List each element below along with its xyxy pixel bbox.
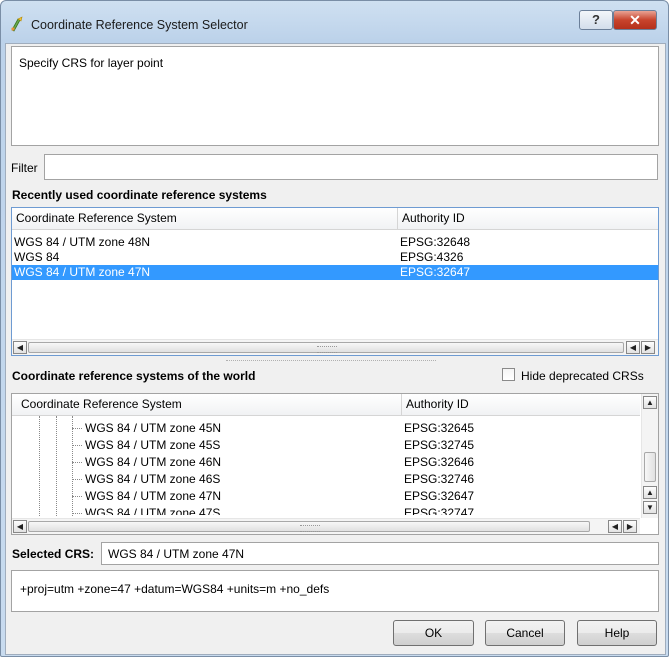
tree-row[interactable]: WGS 84 / UTM zone 47S EPSG:32747 <box>12 506 640 515</box>
ok-button[interactable]: OK <box>393 620 474 646</box>
world-table-header: Coordinate Reference System Authority ID <box>12 394 640 416</box>
tree-row-partial[interactable]: WGS 84 / UTM zone 47S EPSG:32747 <box>12 506 640 515</box>
tree-row[interactable]: WGS 84 / UTM zone 45N EPSG:32645 <box>12 421 640 436</box>
scroll-thumb[interactable] <box>644 452 656 482</box>
world-vertical-scrollbar[interactable]: ▲ ▲ ▼ <box>641 394 658 518</box>
authority-id: EPSG:32647 <box>404 489 475 503</box>
table-row[interactable]: WGS 84 / UTM zone 48N EPSG:32648 <box>12 235 658 250</box>
filter-label: Filter <box>11 161 38 175</box>
tree-row[interactable]: WGS 84 / UTM zone 46S EPSG:32746 <box>12 472 640 487</box>
table-row[interactable]: WGS 84 EPSG:4326 <box>12 250 658 265</box>
scroll-thumb[interactable] <box>28 521 590 532</box>
scroll-left-icon[interactable]: ◀ <box>13 341 27 354</box>
authority-id: EPSG:32646 <box>404 455 475 469</box>
tree-connector <box>72 462 82 463</box>
tree-row[interactable]: WGS 84 / UTM zone 46N EPSG:32646 <box>12 455 640 470</box>
window-title: Coordinate Reference System Selector <box>31 18 248 32</box>
title-bar[interactable]: Coordinate Reference System Selector ? ✕ <box>1 1 668 43</box>
column-header-authority-id[interactable]: Authority ID <box>398 208 465 229</box>
authority-id: EPSG:32745 <box>404 438 475 452</box>
crs-name: WGS 84 / UTM zone 46S <box>85 472 221 486</box>
crs-name: WGS 84 / UTM zone 45N <box>85 421 222 435</box>
recent-horizontal-scrollbar[interactable]: ◀ ◀ ▶ <box>12 339 658 355</box>
crs-name: WGS 84 / UTM zone 45S <box>85 438 221 452</box>
tree-connector <box>72 496 82 497</box>
description-box: Specify CRS for layer point <box>11 46 659 146</box>
scroll-left-icon[interactable]: ◀ <box>626 341 640 354</box>
close-button[interactable]: ✕ <box>613 10 657 30</box>
description-text: Specify CRS for layer point <box>19 56 164 70</box>
column-header-crs[interactable]: Coordinate Reference System <box>17 394 182 415</box>
recent-heading: Recently used coordinate reference syste… <box>12 188 267 202</box>
qgis-app-icon <box>11 16 23 32</box>
proj-string-box[interactable]: +proj=utm +zone=47 +datum=WGS84 +units=m… <box>11 570 659 612</box>
hide-deprecated-label: Hide deprecated CRSs <box>521 369 644 383</box>
scroll-left-icon[interactable]: ◀ <box>608 520 622 533</box>
splitter-handle[interactable] <box>226 360 436 365</box>
crs-name: WGS 84 / UTM zone 47S <box>85 506 221 515</box>
recent-table-header: Coordinate Reference System Authority ID <box>12 208 658 230</box>
column-header-crs[interactable]: Coordinate Reference System <box>12 208 177 229</box>
tree-connector <box>72 428 82 429</box>
selected-crs-value: WGS 84 / UTM zone 47N <box>108 547 245 561</box>
tree-row[interactable]: WGS 84 / UTM zone 45S EPSG:32745 <box>12 438 640 453</box>
world-horizontal-scrollbar[interactable]: ◀ ◀ ▶ <box>12 518 640 534</box>
scroll-up-icon[interactable]: ▲ <box>643 396 657 409</box>
cancel-button[interactable]: Cancel <box>485 620 565 646</box>
dialog-body: Specify CRS for layer point Filter Recen… <box>5 43 666 655</box>
tree-connector <box>72 445 82 446</box>
selected-crs-label: Selected CRS: <box>12 547 95 561</box>
scroll-down-icon[interactable]: ▼ <box>643 501 657 514</box>
crs-name: WGS 84 / UTM zone 46N <box>85 455 222 469</box>
crs-selector-dialog: Coordinate Reference System Selector ? ✕… <box>0 0 669 657</box>
tree-connector <box>72 479 82 480</box>
crs-name: WGS 84 <box>14 250 60 264</box>
title-help-button[interactable]: ? <box>579 10 613 30</box>
tree-connector <box>72 513 82 514</box>
crs-name: WGS 84 / UTM zone 47N <box>85 489 222 503</box>
tree-row[interactable]: WGS 84 / UTM zone 47N EPSG:32647 <box>12 489 640 504</box>
hide-deprecated-checkbox[interactable] <box>502 368 515 381</box>
scroll-right-icon[interactable]: ▶ <box>623 520 637 533</box>
authority-id: EPSG:32647 <box>400 265 471 279</box>
scroll-thumb[interactable] <box>28 342 624 353</box>
crs-name: WGS 84 / UTM zone 48N <box>14 235 151 249</box>
proj-string-text: +proj=utm +zone=47 +datum=WGS84 +units=m… <box>20 582 330 596</box>
filter-input[interactable] <box>44 154 658 180</box>
selected-crs-field[interactable]: WGS 84 / UTM zone 47N <box>101 542 659 565</box>
world-heading: Coordinate reference systems of the worl… <box>12 369 256 383</box>
table-row-selected[interactable]: WGS 84 / UTM zone 47N EPSG:32647 <box>12 265 658 280</box>
authority-id: EPSG:32645 <box>404 421 475 435</box>
grip-icon <box>317 346 337 353</box>
column-header-authority-id[interactable]: Authority ID <box>402 394 469 415</box>
authority-id: EPSG:32747 <box>404 506 475 515</box>
authority-id: EPSG:32746 <box>404 472 475 486</box>
grip-icon <box>300 525 320 532</box>
scroll-right-icon[interactable]: ▶ <box>641 341 655 354</box>
scroll-up-icon[interactable]: ▲ <box>643 486 657 499</box>
help-button[interactable]: Help <box>577 620 657 646</box>
authority-id: EPSG:32648 <box>400 235 471 249</box>
scroll-left-icon[interactable]: ◀ <box>13 520 27 533</box>
recent-crs-table[interactable]: Coordinate Reference System Authority ID… <box>11 207 659 356</box>
crs-name: WGS 84 / UTM zone 47N <box>14 265 151 279</box>
world-crs-tree[interactable]: Coordinate Reference System Authority ID… <box>11 393 659 535</box>
authority-id: EPSG:4326 <box>400 250 464 264</box>
